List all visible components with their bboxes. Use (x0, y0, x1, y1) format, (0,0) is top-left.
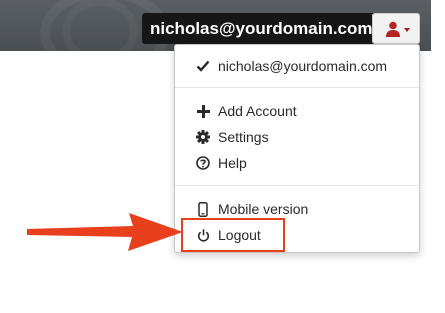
help-label: Help (218, 155, 247, 171)
background-decoration (62, 0, 138, 51)
menu-divider (175, 87, 419, 88)
add-account-label: Add Account (218, 103, 297, 119)
current-account-label: nicholas@yourdomain.com (218, 58, 388, 74)
caret-down-icon (404, 28, 410, 32)
add-account-item[interactable]: Add Account (195, 100, 297, 122)
user-menu-button[interactable] (372, 13, 420, 44)
menu-divider (175, 185, 419, 186)
logout-highlight-box (181, 218, 285, 252)
mobile-icon (195, 201, 211, 217)
mobile-version-label: Mobile version (218, 201, 309, 217)
help-item[interactable]: Help (195, 152, 247, 174)
settings-item[interactable]: Settings (195, 126, 269, 148)
question-circle-icon (195, 155, 211, 171)
user-icon (386, 21, 400, 37)
current-account-item[interactable]: nicholas@yourdomain.com (195, 55, 387, 77)
gear-icon (195, 129, 211, 145)
user-email-label[interactable]: nicholas@yourdomain.com (142, 13, 381, 44)
pointer-arrow (27, 213, 183, 251)
mobile-version-item[interactable]: Mobile version (195, 198, 308, 220)
plus-icon (195, 103, 211, 119)
settings-label: Settings (218, 129, 269, 145)
checkmark-icon (195, 58, 211, 74)
